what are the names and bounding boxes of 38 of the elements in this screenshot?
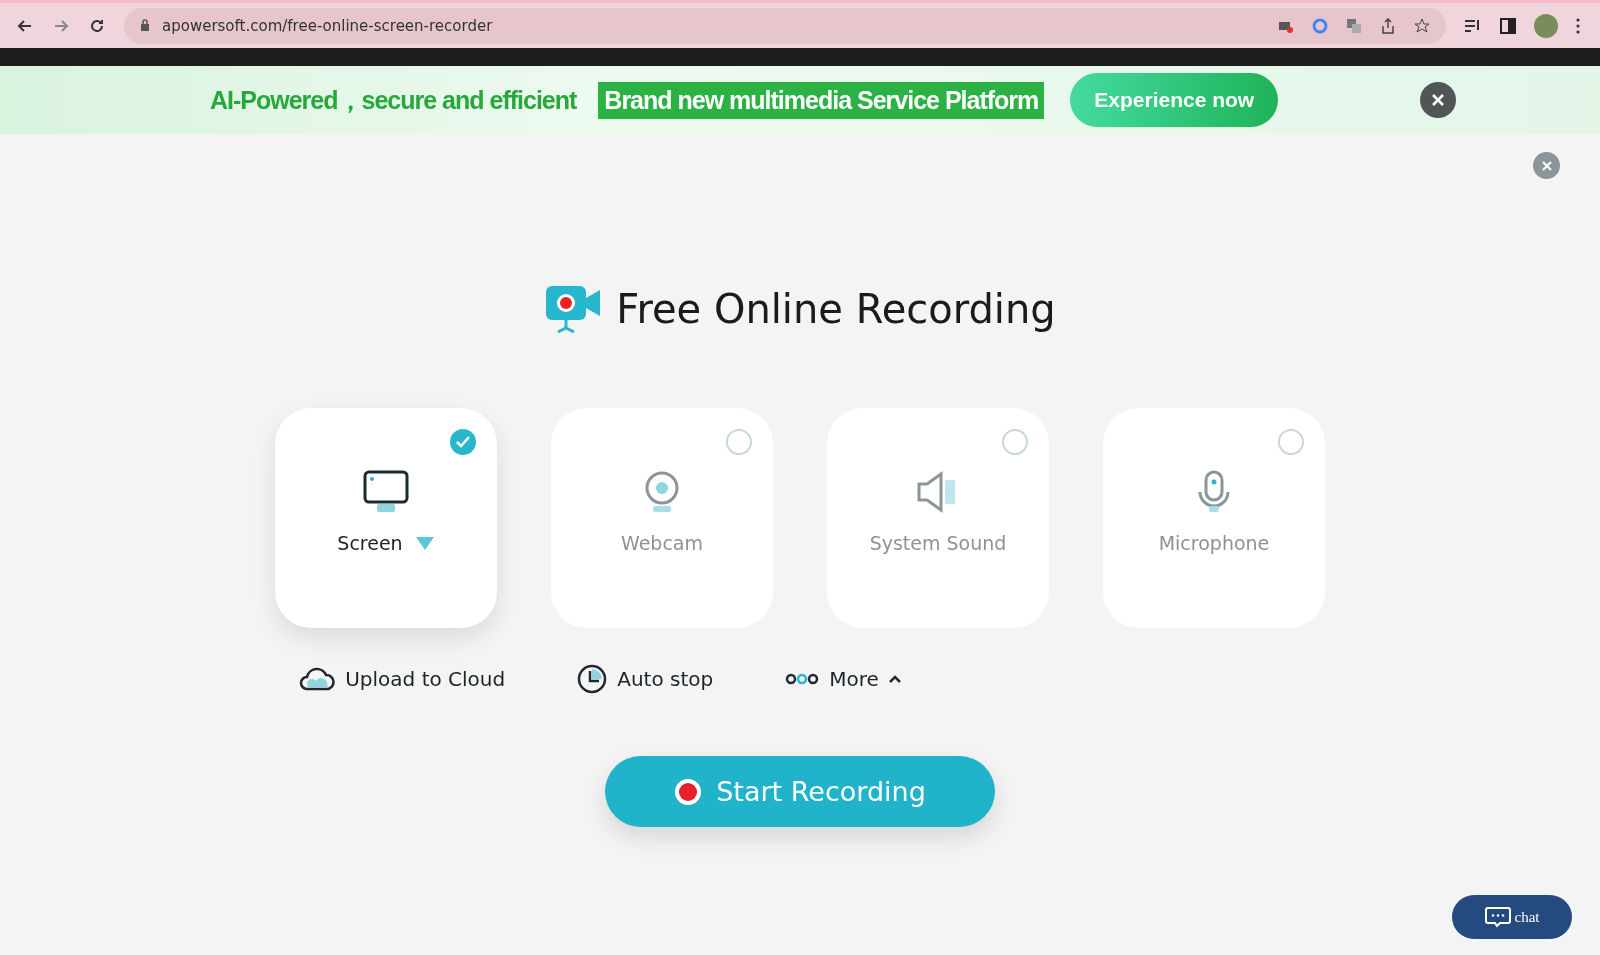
menu-icon[interactable] bbox=[1576, 17, 1580, 34]
chat-button[interactable]: chat bbox=[1452, 895, 1572, 939]
address-bar[interactable]: apowersoft.com/free-online-screen-recorder bbox=[124, 7, 1446, 44]
source-label: Microphone bbox=[1158, 532, 1270, 554]
share-icon[interactable] bbox=[1380, 17, 1396, 34]
radio-button[interactable] bbox=[1277, 428, 1305, 456]
avatar[interactable] bbox=[1534, 13, 1558, 38]
close-icon bbox=[1431, 93, 1446, 107]
url-text: apowersoft.com/free-online-screen-recorder bbox=[162, 16, 493, 35]
radio-button[interactable] bbox=[1001, 428, 1029, 456]
close-icon bbox=[1541, 160, 1552, 171]
cloud-icon bbox=[299, 666, 336, 692]
star-icon[interactable] bbox=[1414, 17, 1430, 34]
source-label: Webcam bbox=[621, 532, 703, 554]
lock-icon bbox=[140, 19, 150, 32]
source-card[interactable]: Screen bbox=[275, 408, 497, 628]
banner-highlight: Brand new multimedia Service Platform bbox=[598, 81, 1045, 119]
option-button[interactable]: Upload to Cloud bbox=[299, 664, 506, 694]
page-title: Free Online Recording bbox=[616, 286, 1056, 332]
media-list-icon[interactable] bbox=[1464, 17, 1482, 34]
translate-icon[interactable] bbox=[1346, 17, 1362, 34]
clock-icon bbox=[577, 664, 608, 694]
option-button[interactable]: Auto stop bbox=[577, 664, 714, 694]
close-button[interactable] bbox=[1420, 82, 1457, 118]
checked-icon[interactable] bbox=[449, 428, 477, 456]
caret-up-icon bbox=[888, 675, 901, 683]
dropdown-caret-icon[interactable] bbox=[414, 535, 435, 551]
record-icon bbox=[674, 777, 703, 806]
side-panel-icon[interactable] bbox=[1500, 17, 1516, 34]
source-label: System Sound bbox=[869, 532, 1007, 554]
banner-text: AI-Powered，secure and efficient bbox=[210, 84, 577, 116]
option-button[interactable]: More bbox=[785, 664, 901, 694]
source-label: Screen bbox=[337, 532, 403, 554]
dots-icon bbox=[785, 673, 820, 685]
chat-bubble-icon bbox=[1484, 906, 1511, 928]
radio-button[interactable] bbox=[725, 428, 753, 456]
monitor-icon bbox=[363, 470, 409, 514]
camera-icon bbox=[544, 284, 603, 334]
